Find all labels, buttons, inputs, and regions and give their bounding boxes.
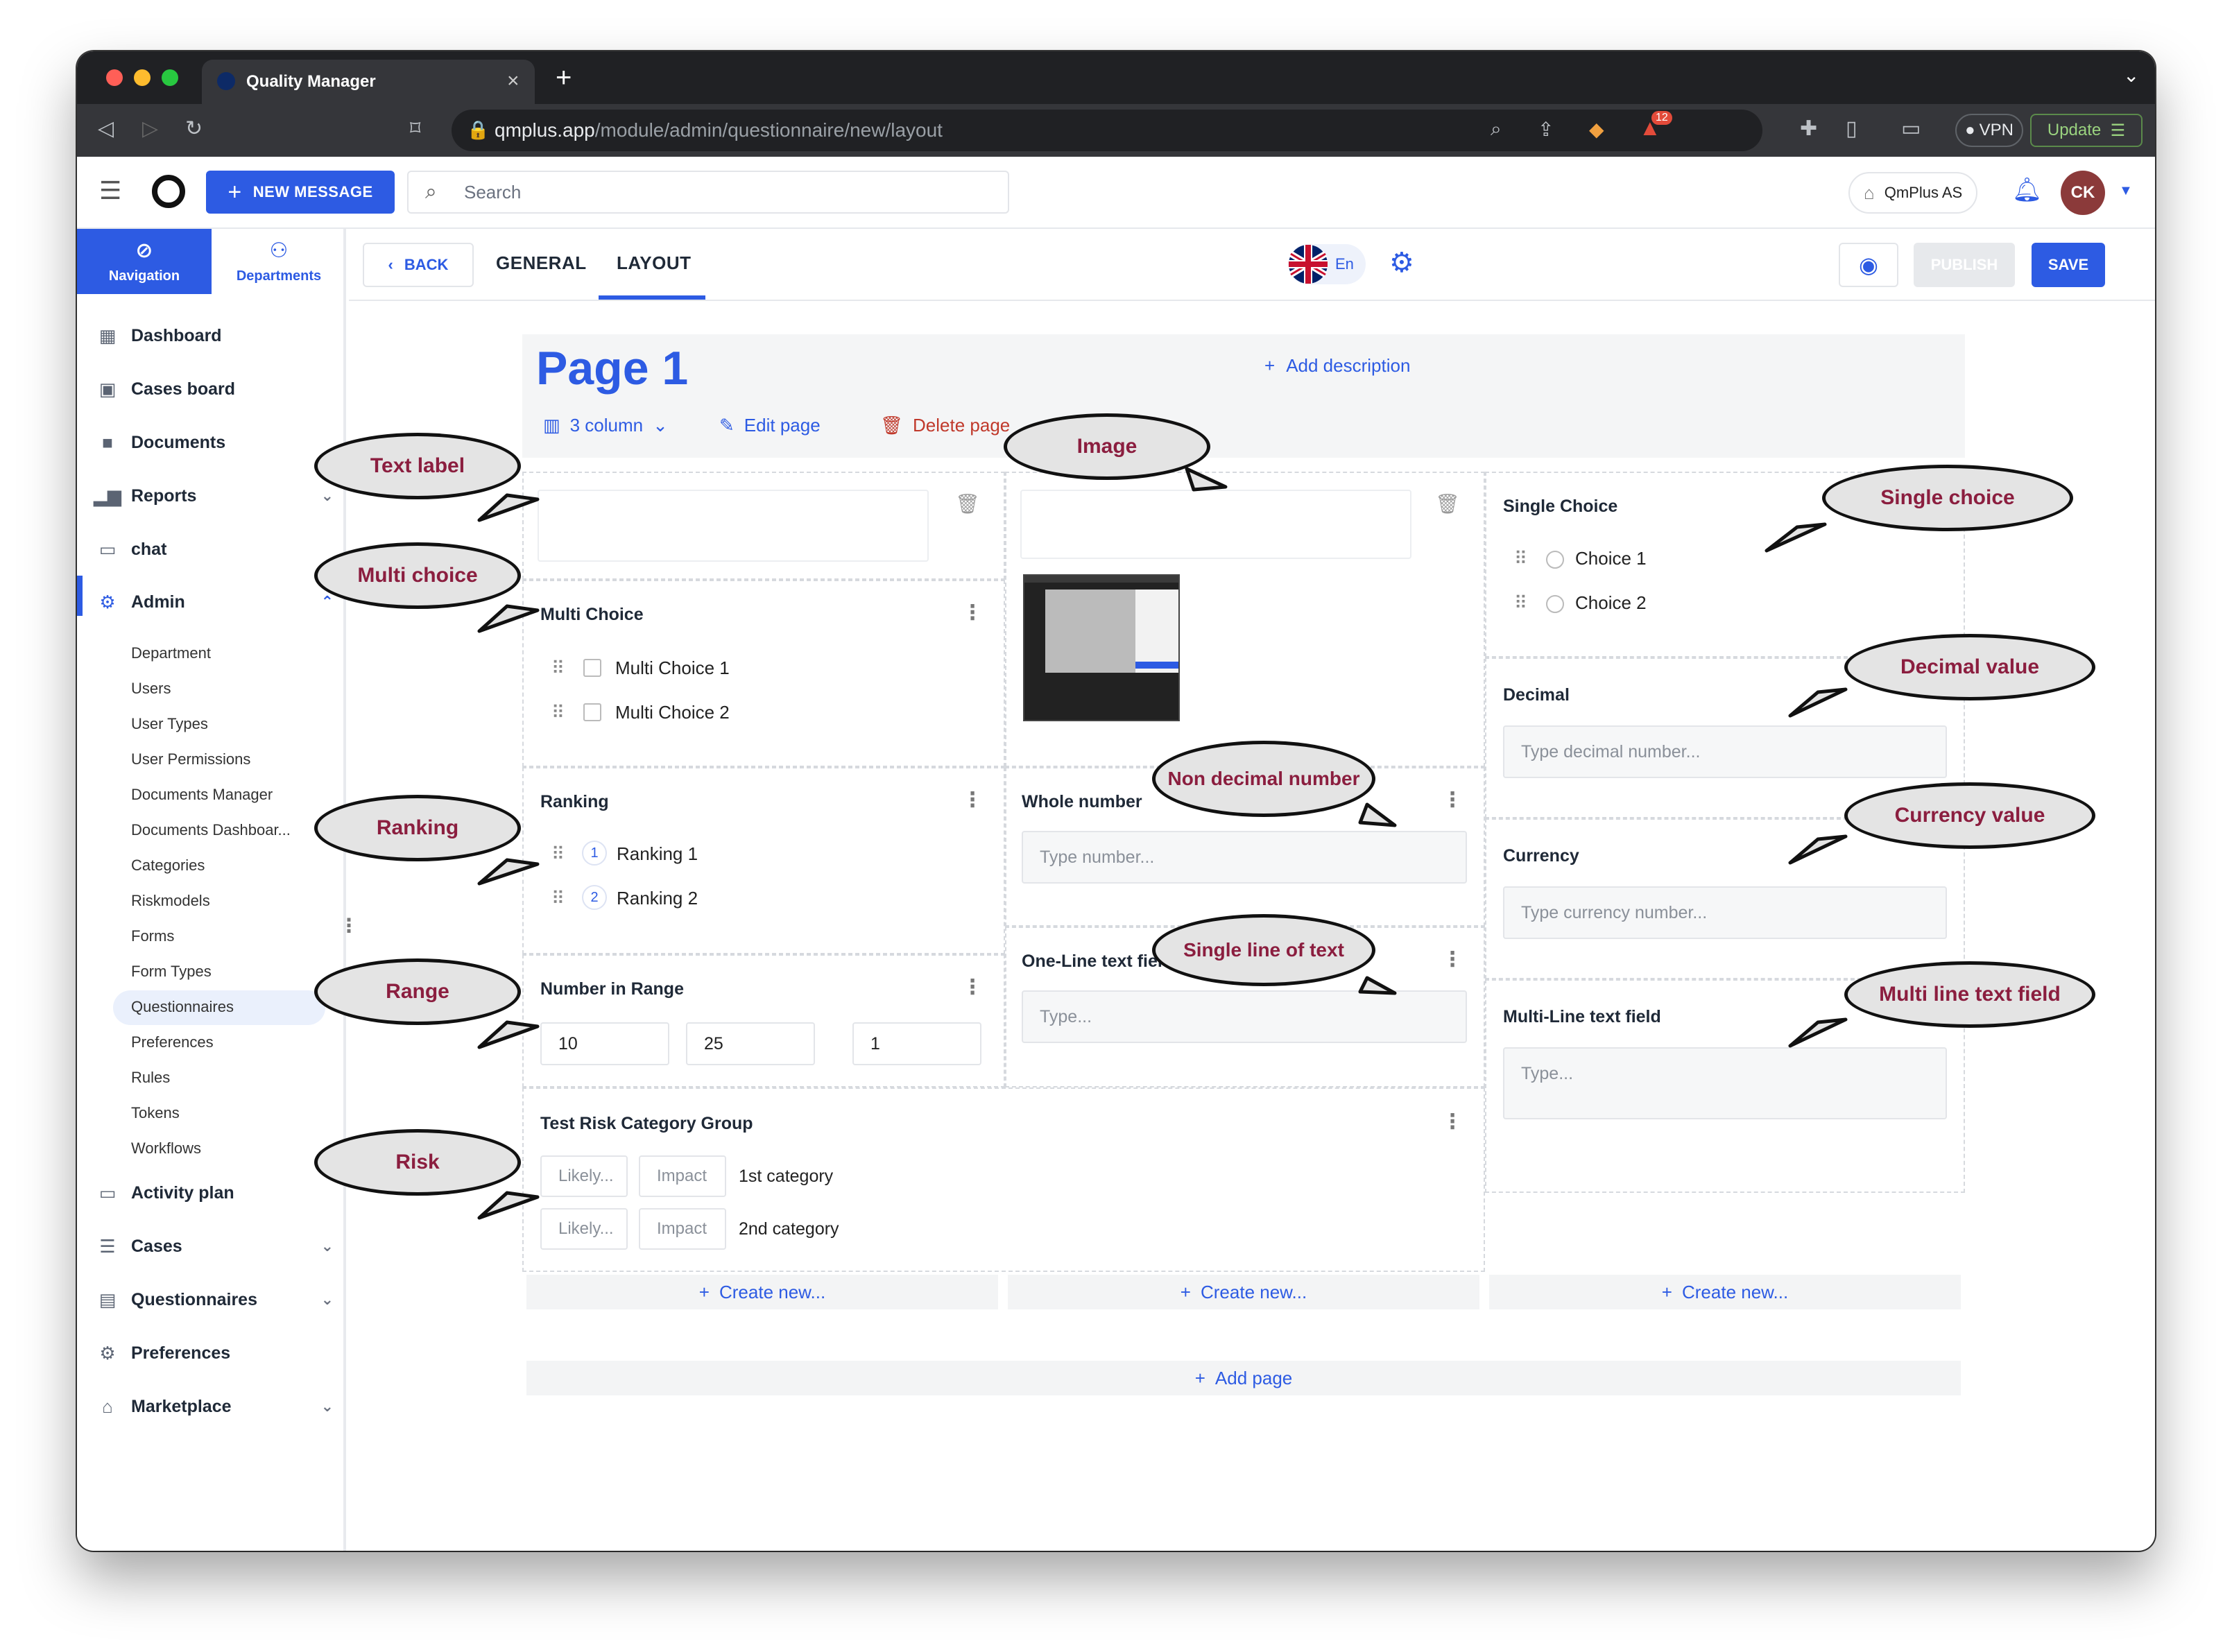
annotation-ranking: Ranking [314, 795, 521, 861]
risk-tail [477, 1191, 540, 1220]
annotation-multi-choice: Multi choice [314, 542, 521, 609]
single-line-tail [1358, 976, 1397, 995]
decimal-tail [1788, 687, 1848, 718]
annotation-multi-line: Multi line text field [1844, 961, 2095, 1028]
multi-line-tail [1788, 1017, 1848, 1048]
annotation-decimal: Decimal value [1844, 634, 2095, 700]
annotation-text-label: Text label [314, 433, 521, 499]
annotation-currency: Currency value [1844, 782, 2095, 849]
non-decimal-tail [1358, 802, 1397, 827]
annotation-risk: Risk [314, 1129, 521, 1196]
annotation-single-line: Single line of text [1152, 914, 1375, 986]
single-choice-tail [1765, 522, 1827, 553]
annotation-non-decimal: Non decimal number [1152, 741, 1375, 817]
currency-tail [1788, 834, 1848, 865]
annotation-single-choice: Single choice [1822, 465, 2073, 531]
annotation-range: Range [314, 958, 521, 1025]
range-tail [477, 1020, 540, 1049]
ranking-tail [477, 858, 540, 886]
text-label-tail [477, 493, 540, 522]
image-tail [1185, 467, 1228, 492]
browser-window: Quality Manager × + ⌄ ◁ ▷ ↻ ⌑ 🔒 qmplus.a… [77, 51, 2155, 1551]
annotation-image: Image [1004, 413, 1210, 480]
multi-choice-tail [477, 604, 540, 633]
